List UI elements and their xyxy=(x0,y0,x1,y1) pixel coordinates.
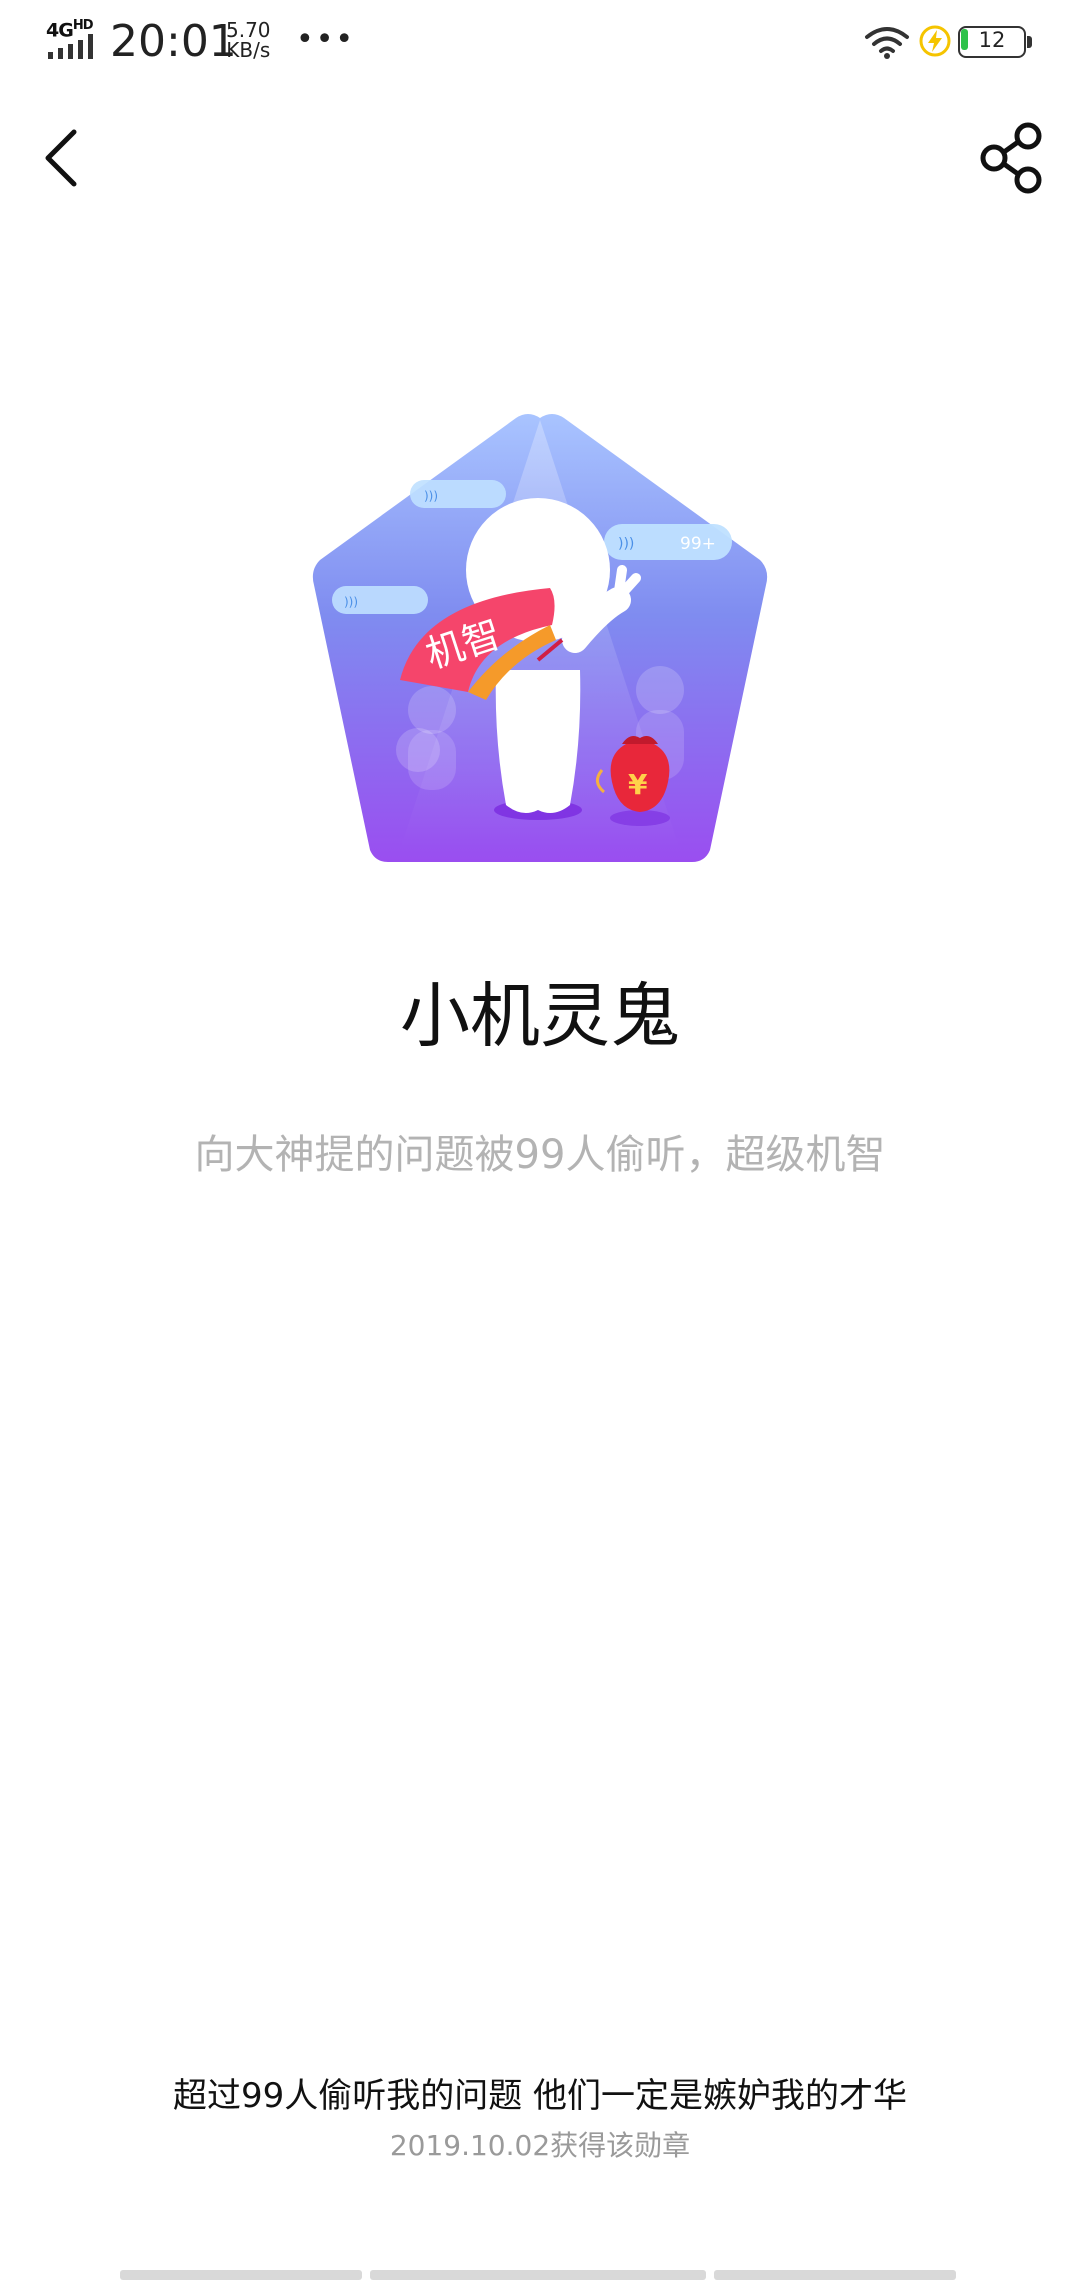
network-speed: 5.70 KB/s xyxy=(226,18,271,62)
svg-text:))): ))) xyxy=(344,595,358,609)
badge-description: 向大神提的问题被99人偷听，超级机智 xyxy=(194,1132,886,1178)
battery-level: 12 xyxy=(978,28,1006,52)
badge-detail-page: 4GHD 20:01 5.70 KB/s ••• 12))))))))) … xyxy=(0,0,1080,2280)
page-indicator xyxy=(0,2270,1080,2280)
svg-text:))): ))) xyxy=(424,489,438,503)
battery-indicator: 12 xyxy=(958,26,1032,58)
badge-quote: 超过99人偷听我的问题 他们一定是嫉妒我的才华 xyxy=(172,2076,908,2116)
bubble-count: 99+ xyxy=(680,534,716,554)
svg-text:))): ))) xyxy=(618,536,634,552)
share-icon xyxy=(980,122,1042,194)
charging-icon xyxy=(919,25,951,57)
wifi-icon xyxy=(865,27,909,59)
share-button[interactable] xyxy=(978,118,1048,198)
chevron-left-icon xyxy=(45,129,77,187)
badge-title: 小机灵鬼 xyxy=(400,975,680,1057)
back-button[interactable] xyxy=(30,118,94,198)
status-bar: 4GHD 20:01 5.70 KB/s ••• 12 xyxy=(0,0,1080,84)
earned-date: 2019.10.02获得该勋章 xyxy=(389,2129,691,2162)
badge-illustration: ))) ))) ))) 99+ 机智 ¥ xyxy=(312,414,768,862)
more-notifications-icon: ••• xyxy=(296,22,356,57)
page-indicator-segment[interactable] xyxy=(370,2270,706,2280)
money-symbol: ¥ xyxy=(628,768,648,801)
page-indicator-segment[interactable] xyxy=(714,2270,956,2280)
signal-icon xyxy=(48,34,93,59)
clock: 20:01 xyxy=(110,16,237,67)
page-indicator-segment[interactable] xyxy=(120,2270,362,2280)
